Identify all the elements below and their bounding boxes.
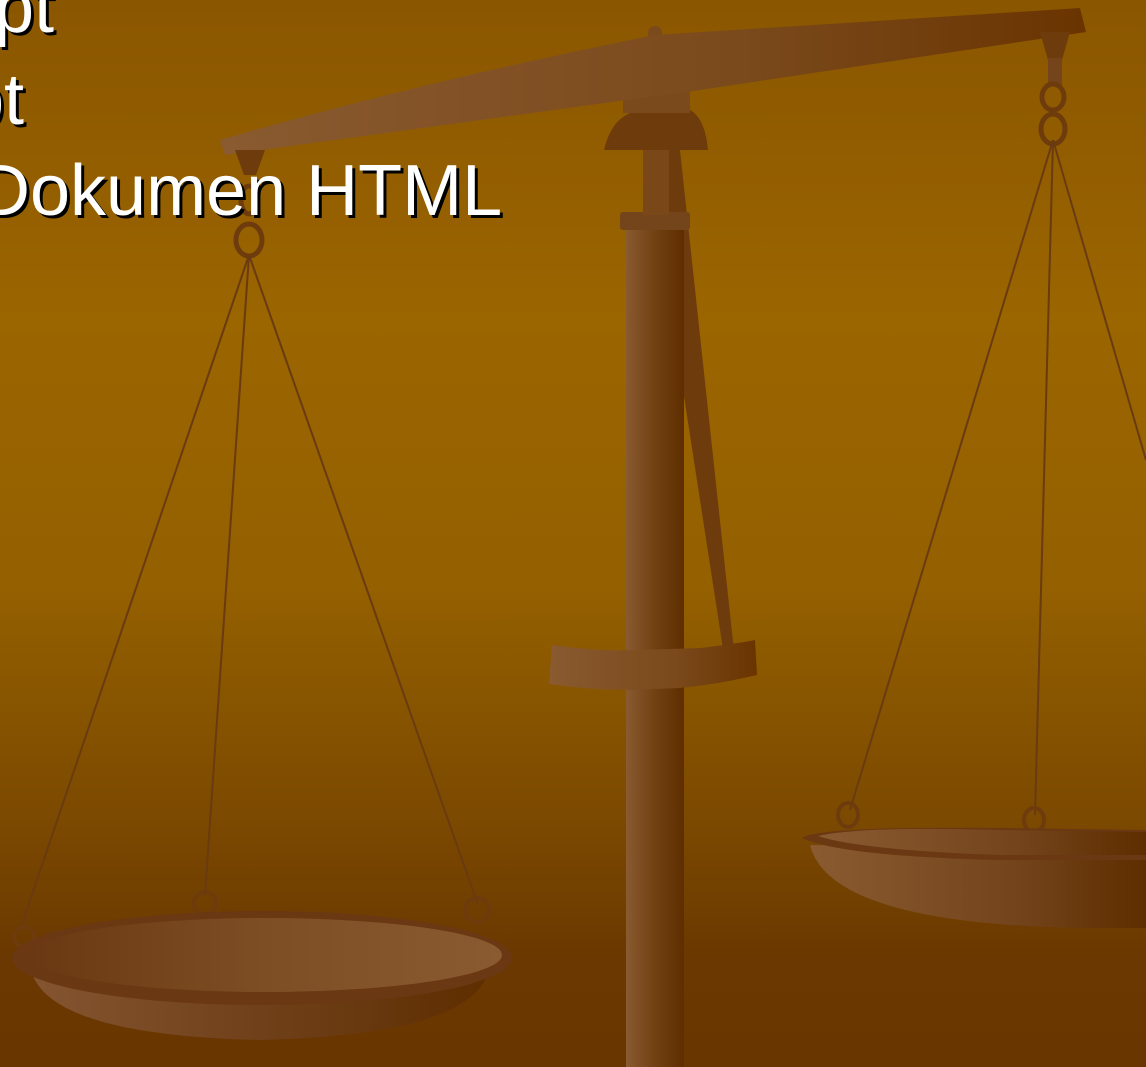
slide-text-line-1: Script xyxy=(0,0,55,48)
presentation-slide: Script ipt Dokumen HTML xyxy=(0,0,1146,1067)
slide-title-text: Script ipt Dokumen HTML xyxy=(0,0,700,240)
slide-text-line-3: Dokumen HTML xyxy=(0,151,503,231)
slide-text-line-2: ipt xyxy=(0,60,25,140)
